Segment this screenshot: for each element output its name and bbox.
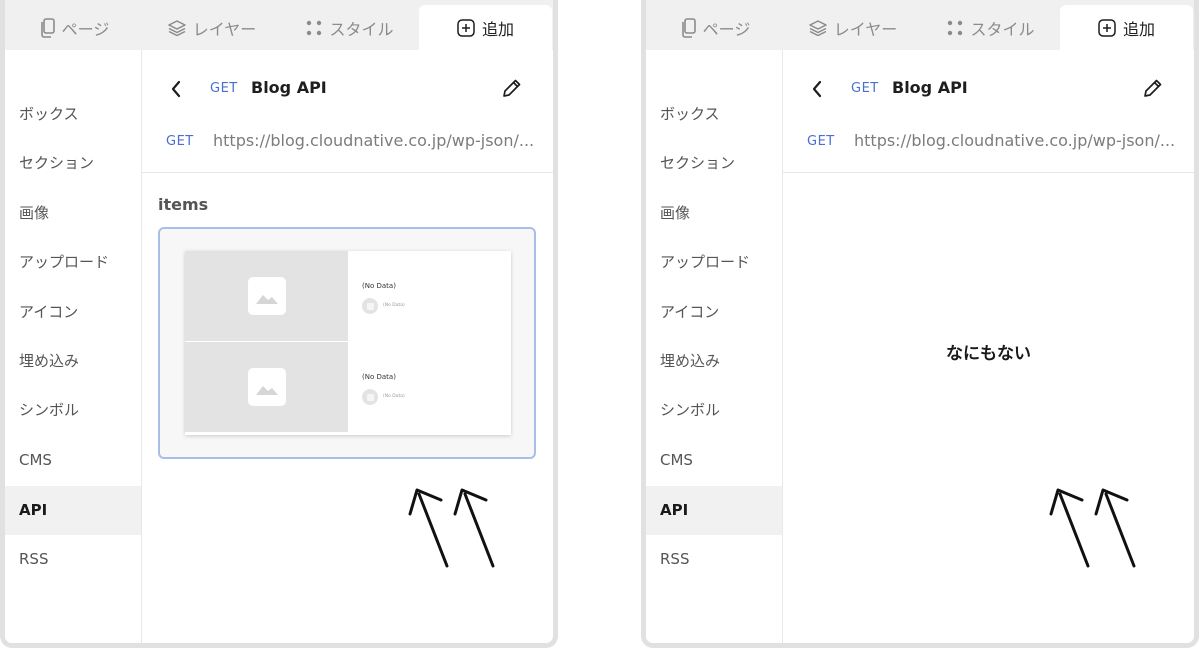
method-badge: GET (851, 81, 879, 96)
api-header: GET Blog API (783, 74, 1194, 104)
sidebar-item-rss[interactable]: RSS (646, 535, 782, 584)
avatar (362, 298, 378, 314)
panel-empty: ページ レイヤー スタイル 追加 ボックス セクション 画像 アップロード アイ… (641, 0, 1199, 648)
items-preview-card[interactable]: (No Data) (No Data) (No Data) (No Data) (158, 227, 536, 459)
divider (783, 172, 1194, 173)
tab-bar: ページ レイヤー スタイル 追加 (646, 0, 1194, 50)
panel-with-items: ページ レイヤー スタイル 追加 ボックス セクション 画像 アップロード アイ… (0, 0, 558, 648)
sidebar-item-upload[interactable]: アップロード (5, 238, 141, 287)
image-icon (255, 386, 278, 395)
method-badge: GET (210, 81, 238, 96)
tab-label: レイヤー (833, 19, 898, 39)
add-icon (457, 18, 475, 37)
sidebar-item-box[interactable]: ボックス (5, 90, 141, 139)
item-subtitle: (No Data) (383, 303, 405, 308)
api-url-row: GET https://blog.cloudnative.co.jp/wp-js… (783, 130, 1194, 154)
sidebar-item-box[interactable]: ボックス (646, 90, 782, 139)
style-icon (307, 20, 322, 35)
tab-style[interactable]: スタイル (922, 5, 1060, 50)
sidebar-item-symbol[interactable]: シンボル (5, 386, 141, 435)
sidebar-item-cms[interactable]: CMS (646, 436, 782, 485)
api-content: GET Blog API GET https://blog.cloudnativ… (142, 50, 553, 643)
page-icon (681, 17, 696, 38)
add-icon (1098, 18, 1116, 37)
api-title: Blog API (892, 78, 968, 97)
tab-label: ページ (702, 19, 751, 39)
chevron-left-icon[interactable] (811, 80, 823, 98)
pencil-icon[interactable] (501, 77, 523, 99)
api-content: GET Blog API GET https://blog.cloudnativ… (783, 50, 1194, 643)
list-item: (No Data) (No Data) (185, 251, 511, 341)
api-url-row: GET https://blog.cloudnative.co.jp/wp-js… (142, 130, 553, 154)
tab-label: スタイル (329, 19, 394, 39)
api-url: https://blog.cloudnative.co.jp/wp-json/.… (854, 131, 1176, 150)
image-placeholder (185, 251, 348, 341)
item-title: (No Data) (362, 373, 396, 381)
sidebar-item-icon[interactable]: アイコン (646, 288, 782, 337)
pencil-icon[interactable] (1142, 77, 1164, 99)
tab-label: 追加 (1122, 19, 1155, 39)
tab-label: 追加 (481, 19, 514, 39)
sidebar-item-image[interactable]: 画像 (5, 189, 141, 238)
page-icon (40, 17, 55, 38)
tab-add[interactable]: 追加 (419, 5, 552, 50)
api-header: GET Blog API (142, 74, 553, 104)
list-item: (No Data) (No Data) (185, 342, 511, 432)
api-url: https://blog.cloudnative.co.jp/wp-json/.… (213, 131, 535, 150)
divider (142, 172, 553, 173)
sidebar-item-symbol[interactable]: シンボル (646, 386, 782, 435)
tab-label: レイヤー (192, 19, 257, 39)
arrows-annotation (408, 488, 495, 568)
tab-layers[interactable]: レイヤー (784, 5, 922, 50)
empty-state-message: なにもない (946, 344, 1031, 364)
arrows-annotation (1049, 488, 1136, 568)
sidebar-item-api[interactable]: API (646, 486, 782, 535)
chevron-left-icon[interactable] (170, 80, 182, 98)
sidebar-item-embed[interactable]: 埋め込み (646, 337, 782, 386)
item-subtitle: (No Data) (383, 394, 405, 399)
avatar (362, 389, 378, 405)
url-method-badge: GET (807, 134, 835, 149)
sidebar-item-section[interactable]: セクション (5, 139, 141, 188)
sidebar-item-upload[interactable]: アップロード (646, 238, 782, 287)
tab-layers[interactable]: レイヤー (143, 5, 281, 50)
sidebar: ボックス セクション 画像 アップロード アイコン 埋め込み シンボル CMS … (5, 50, 142, 643)
style-icon (948, 20, 963, 35)
items-preview: (No Data) (No Data) (No Data) (No Data) (185, 251, 511, 435)
sidebar-item-image[interactable]: 画像 (646, 189, 782, 238)
sidebar-item-icon[interactable]: アイコン (5, 288, 141, 337)
items-label: items (158, 195, 209, 214)
tab-style[interactable]: スタイル (281, 5, 419, 50)
tab-bar: ページ レイヤー スタイル 追加 (5, 0, 553, 50)
layers-icon (808, 19, 827, 36)
sidebar: ボックス セクション 画像 アップロード アイコン 埋め込み シンボル CMS … (646, 50, 783, 643)
tab-label: スタイル (970, 19, 1035, 39)
api-title: Blog API (251, 78, 327, 97)
layers-icon (167, 19, 186, 36)
tab-pages[interactable]: ページ (5, 5, 143, 50)
sidebar-item-cms[interactable]: CMS (5, 436, 141, 485)
image-icon (255, 295, 278, 304)
tab-add[interactable]: 追加 (1060, 5, 1193, 50)
sidebar-item-embed[interactable]: 埋め込み (5, 337, 141, 386)
tab-label: ページ (61, 19, 110, 39)
url-method-badge: GET (166, 134, 194, 149)
sidebar-item-api[interactable]: API (5, 486, 141, 535)
sidebar-item-section[interactable]: セクション (646, 139, 782, 188)
image-placeholder (185, 342, 348, 432)
tab-pages[interactable]: ページ (646, 5, 784, 50)
sidebar-item-rss[interactable]: RSS (5, 535, 141, 584)
item-title: (No Data) (362, 282, 396, 290)
